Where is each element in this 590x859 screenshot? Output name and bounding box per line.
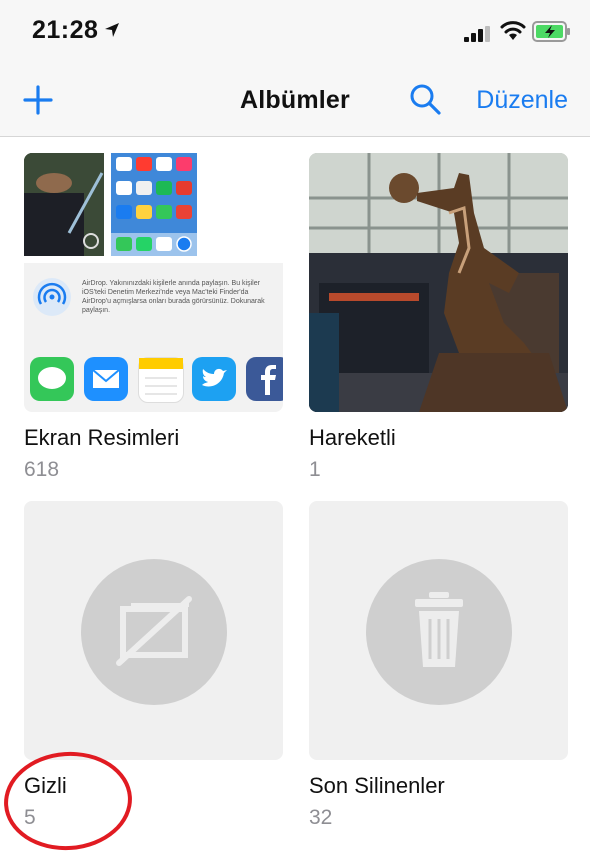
- album-live-photos[interactable]: Hareketli 1: [309, 153, 568, 493]
- mail-app-icon: [84, 357, 128, 401]
- album-name: Son Silinenler: [309, 773, 445, 798]
- airdrop-icon: [33, 278, 71, 316]
- nav-bar: Albümler Düzenle: [0, 64, 590, 137]
- album-screenshots[interactable]: AirDrop. Yakınınızdaki kişilerle anında …: [24, 153, 283, 493]
- album-name: Gizli: [24, 773, 67, 798]
- album-thumbnail: [309, 501, 568, 760]
- airdrop-description: AirDrop. Yakınınızdaki kişilerle anında …: [82, 280, 265, 314]
- hidden-album-badge: [81, 559, 227, 705]
- album-recently-deleted[interactable]: Son Silinenler 32: [309, 501, 568, 841]
- album-count: 1: [309, 458, 321, 481]
- album-count: 5: [24, 806, 36, 829]
- album-count: 618: [24, 458, 60, 481]
- screenshot-preview-1: [24, 153, 104, 256]
- twitter-app-icon: [192, 357, 236, 401]
- album-thumbnail: [24, 501, 283, 760]
- airdrop-share-sheet: AirDrop. Yakınınızdaki kişilerle anında …: [24, 263, 283, 412]
- status-bar: 21:28: [0, 0, 590, 64]
- album-name: Ekran Resimleri: [24, 425, 180, 450]
- statue-photo: [309, 153, 568, 412]
- album-hidden[interactable]: Gizli 5: [24, 501, 283, 841]
- facebook-app-icon: [246, 357, 283, 401]
- album-count: 32: [309, 806, 333, 829]
- album-thumbnail: [309, 153, 568, 412]
- messages-app-icon: [30, 357, 74, 401]
- location-arrow-icon: [105, 23, 119, 37]
- wifi-icon: [500, 21, 526, 40]
- search-button[interactable]: [408, 82, 442, 116]
- cellular-signal-icon: [464, 26, 490, 42]
- album-name: Hareketli: [309, 425, 396, 450]
- status-time: 21:28: [32, 16, 99, 44]
- screenshot-preview-2: [111, 153, 197, 256]
- notes-app-icon: [138, 357, 184, 403]
- album-thumbnail: AirDrop. Yakınınızdaki kişilerle anında …: [24, 153, 283, 412]
- trash-album-badge: [366, 559, 512, 705]
- edit-button[interactable]: Düzenle: [476, 86, 568, 115]
- trash-icon: [415, 592, 463, 667]
- hidden-icon: [116, 596, 192, 666]
- battery-charging-icon: [532, 21, 570, 42]
